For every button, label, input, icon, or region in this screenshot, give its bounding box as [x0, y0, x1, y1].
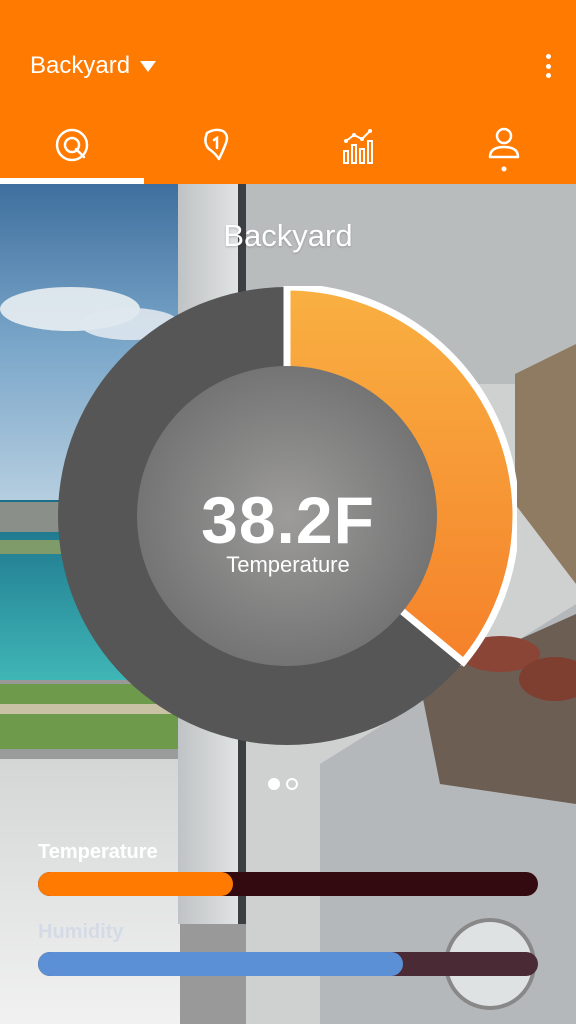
tab-profile[interactable]: [432, 112, 576, 184]
location-dropdown[interactable]: Backyard: [30, 52, 157, 80]
humidity-bar-fill: [38, 952, 403, 976]
page-dot-2[interactable]: [286, 778, 298, 790]
metric-humidity-label: Humidity: [38, 921, 124, 943]
temperature-value: 38.2F: [201, 483, 375, 557]
map-pin-icon: [204, 128, 229, 161]
page-dot-1[interactable]: [268, 778, 280, 790]
metric-temperature-label: Temperature: [38, 841, 158, 863]
temperature-bar: [38, 872, 538, 896]
more-options-button[interactable]: [542, 54, 554, 78]
active-tab-indicator: [0, 178, 144, 184]
gauge-icon: [55, 128, 89, 162]
temperature-bar-fill: [38, 872, 233, 896]
caret-down-icon: [140, 60, 157, 72]
bar-chart-icon: [343, 129, 373, 164]
more-dot-icon: [545, 73, 551, 78]
tab-history[interactable]: [288, 112, 432, 184]
page-title: Backyard: [223, 218, 353, 253]
location-name: Backyard: [30, 52, 131, 79]
app-header: Backyard: [0, 0, 576, 184]
more-dot-icon: [545, 54, 551, 59]
profile-icon: [488, 127, 520, 172]
more-dot-icon: [545, 63, 551, 69]
tab-gauge[interactable]: [0, 112, 144, 184]
page-indicator: [268, 778, 298, 790]
humidity-bar: [38, 952, 538, 976]
tab-bar: [0, 112, 576, 184]
temperature-label: Temperature: [226, 552, 350, 577]
tab-location[interactable]: [144, 112, 288, 184]
